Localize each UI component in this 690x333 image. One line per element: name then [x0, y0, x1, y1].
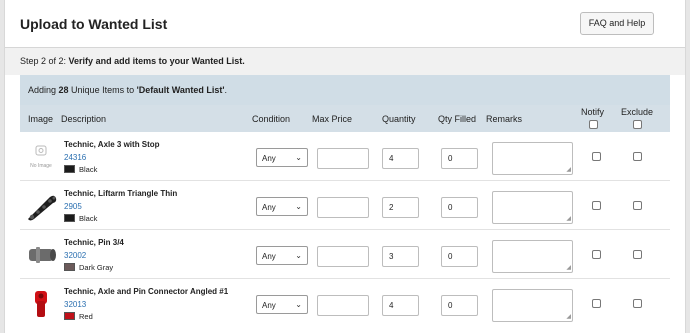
pin-image [29, 247, 56, 263]
no-image-label: No Image [30, 163, 52, 169]
liftarm-triangle-image [28, 195, 57, 221]
summary-mid: Unique Items to [68, 85, 137, 95]
qty-filled-input[interactable]: 0 [441, 295, 478, 316]
max-price-input[interactable] [317, 197, 369, 218]
exclude-checkbox[interactable] [633, 201, 642, 210]
quantity-input[interactable]: 4 [382, 295, 419, 316]
page-header: Upload to Wanted List FAQ and Help [5, 0, 685, 48]
col-condition: Condition [252, 114, 291, 124]
upload-panel: Upload to Wanted List FAQ and Help Step … [4, 0, 686, 333]
condition-value: Any [262, 252, 276, 261]
condition-value: Any [262, 301, 276, 310]
col-image: Image [28, 114, 54, 124]
chevron-down-icon: ⌄ [295, 153, 302, 162]
chevron-down-icon: ⌄ [295, 251, 302, 260]
exclude-checkbox[interactable] [633, 299, 642, 308]
col-notify: Notify [581, 107, 605, 117]
col-description: Description [61, 114, 107, 124]
table-header: Image Description Condition Max Price Qu… [20, 105, 670, 132]
color-name: Black [79, 165, 98, 174]
part-name: Technic, Liftarm Triangle Thin [64, 189, 178, 198]
chevron-down-icon: ⌄ [295, 300, 302, 309]
faq-help-button[interactable]: FAQ and Help [580, 12, 654, 35]
connector-angled-image [35, 291, 47, 317]
col-qty-filled: Qty Filled [438, 114, 477, 124]
color-swatch [64, 263, 75, 271]
col-quantity: Quantity [382, 114, 416, 124]
part-name: Technic, Axle 3 with Stop [64, 140, 160, 149]
condition-select[interactable]: Any ⌄ [256, 246, 308, 265]
remarks-textarea[interactable]: ◢ [492, 289, 573, 322]
notify-checkbox[interactable] [592, 250, 601, 259]
qty-filled-input[interactable]: 0 [441, 148, 478, 169]
resize-grip-icon[interactable]: ◢ [566, 166, 571, 173]
notify-checkbox[interactable] [592, 201, 601, 210]
step-text: Verify and add items to your Wanted List… [68, 56, 245, 66]
notify-all-checkbox[interactable] [589, 120, 598, 129]
summary-list-name: 'Default Wanted List' [136, 85, 225, 95]
part-id-link[interactable]: 24316 [64, 153, 86, 162]
condition-select[interactable]: Any ⌄ [256, 295, 308, 314]
color-name: Black [79, 214, 98, 223]
resize-grip-icon[interactable]: ◢ [566, 313, 571, 320]
remarks-textarea[interactable]: ◢ [492, 191, 573, 224]
summary-post: . [224, 85, 228, 95]
resize-grip-icon[interactable]: ◢ [566, 215, 571, 222]
color-name: Dark Gray [79, 263, 114, 272]
exclude-all-checkbox[interactable] [633, 120, 642, 129]
condition-select[interactable]: Any ⌄ [256, 148, 308, 167]
remarks-textarea[interactable]: ◢ [492, 240, 573, 273]
notify-checkbox[interactable] [592, 152, 601, 161]
part-name: Technic, Pin 3/4 [64, 238, 124, 247]
no-image-icon: No Image [30, 145, 52, 169]
condition-value: Any [262, 203, 276, 212]
quantity-input[interactable]: 2 [382, 197, 419, 218]
qty-filled-input[interactable]: 0 [441, 197, 478, 218]
summary-count: 28 [58, 85, 69, 95]
col-max-price: Max Price [312, 114, 353, 124]
step-prefix: Step 2 of 2: [20, 56, 69, 66]
table-row: Technic, Pin 3/4 32002 Dark Gray Any ⌄ 3 … [20, 230, 670, 279]
max-price-input[interactable] [317, 295, 369, 316]
part-id-link[interactable]: 32002 [64, 251, 86, 260]
table-row: Technic, Axle and Pin Connector Angled #… [20, 279, 670, 333]
condition-value: Any [262, 154, 276, 163]
max-price-input[interactable] [317, 246, 369, 267]
condition-select[interactable]: Any ⌄ [256, 197, 308, 216]
col-exclude: Exclude [621, 107, 654, 117]
part-id-link[interactable]: 32013 [64, 300, 86, 309]
summary-bar: Adding 28 Unique Items to 'Default Wante… [20, 75, 670, 105]
color-swatch [64, 165, 75, 173]
remarks-textarea[interactable]: ◢ [492, 142, 573, 175]
max-price-input[interactable] [317, 148, 369, 169]
quantity-input[interactable]: 4 [382, 148, 419, 169]
chevron-down-icon: ⌄ [295, 202, 302, 211]
quantity-input[interactable]: 3 [382, 246, 419, 267]
table-row: Technic, Liftarm Triangle Thin 2905 Blac… [20, 181, 670, 230]
color-name: Red [79, 312, 93, 321]
exclude-checkbox[interactable] [633, 250, 642, 259]
table-row: No Image Technic, Axle 3 with Stop 24316… [20, 132, 670, 181]
resize-grip-icon[interactable]: ◢ [566, 264, 571, 271]
color-swatch [64, 214, 75, 222]
step-indicator: Step 2 of 2: Verify and add items to you… [5, 48, 685, 75]
summary-pre: Adding [28, 85, 59, 95]
page-title: Upload to Wanted List [20, 16, 168, 32]
color-swatch [64, 312, 75, 320]
part-id-link[interactable]: 2905 [64, 202, 82, 211]
col-remarks: Remarks [486, 114, 523, 124]
notify-checkbox[interactable] [592, 299, 601, 308]
qty-filled-input[interactable]: 0 [441, 246, 478, 267]
exclude-checkbox[interactable] [633, 152, 642, 161]
part-name: Technic, Axle and Pin Connector Angled #… [64, 287, 229, 296]
